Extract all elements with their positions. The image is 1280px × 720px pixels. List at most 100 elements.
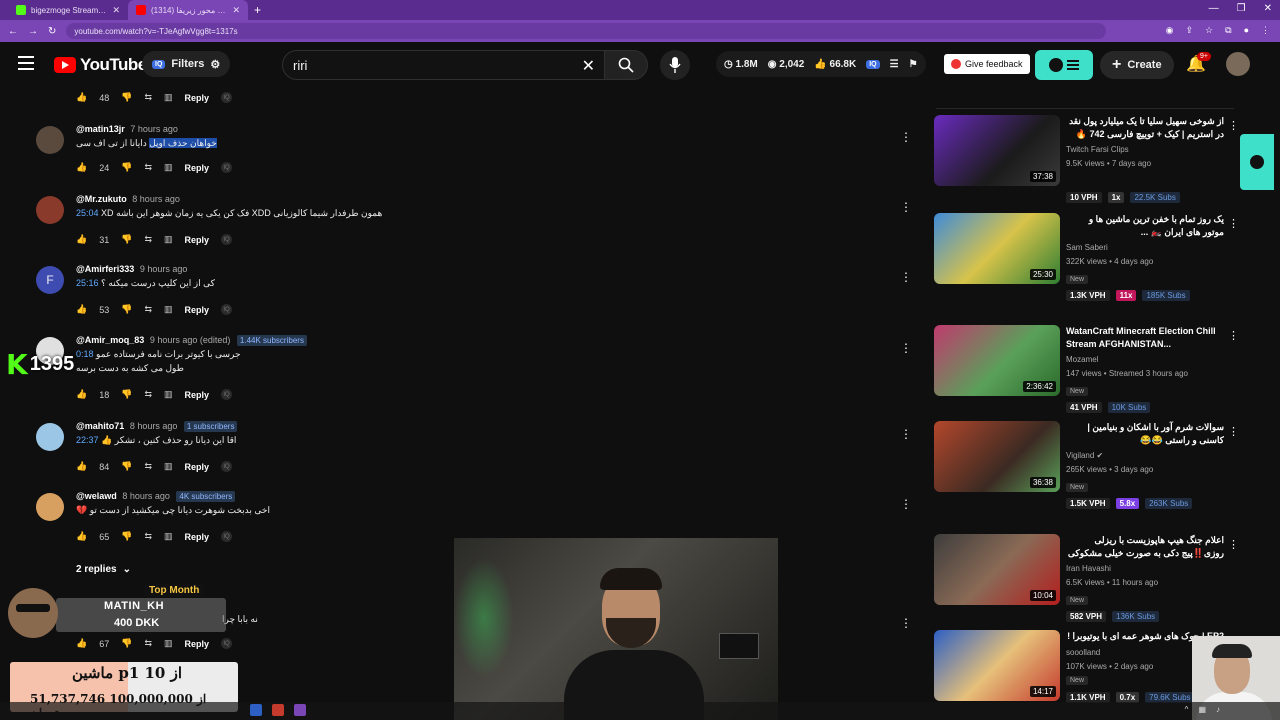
iq-small-icon[interactable]: IQ <box>221 162 233 173</box>
browser-tab[interactable]: bigezmoge Stream - Watch Live ✕ <box>8 0 128 20</box>
comment-author[interactable]: @Amirferi333 <box>76 264 134 274</box>
comment-author[interactable]: @Amir_moq_83 <box>76 335 144 345</box>
iq-icon[interactable]: IQ <box>866 59 880 69</box>
browser-tab-active[interactable]: (1314) واکنش به محور زیریفا ✕ <box>128 0 248 20</box>
url-field[interactable]: youtube.com/watch?v=-TJeAgfwVgg8t=1317s <box>66 23 1107 39</box>
extensions-icon[interactable]: ⧉ <box>1225 25 1231 36</box>
reply-button[interactable]: Reply <box>185 532 210 542</box>
video-title[interactable]: از شوخی سهیل سلیا تا یک میلیارد پول نقد … <box>1066 115 1224 141</box>
comment-author[interactable]: @welawd <box>76 491 117 501</box>
iq-small-icon[interactable]: IQ <box>221 234 233 245</box>
channel-name[interactable]: Vigiland ✔ <box>1066 451 1103 460</box>
iq-small-icon[interactable]: IQ <box>221 461 233 472</box>
iq-small-icon[interactable]: IQ <box>221 304 233 315</box>
timestamp-link[interactable]: 25:04 <box>76 208 99 218</box>
video-title[interactable]: اعلام جنگ هیپ هاپوزیست با ریزلی روزی‼️پی… <box>1066 534 1224 560</box>
iq-small-icon[interactable]: IQ <box>221 531 233 542</box>
extension-icon[interactable]: ◉ <box>1166 25 1174 36</box>
search-input[interactable]: riri ✕ <box>282 50 606 80</box>
comment-menu-icon[interactable]: ⋮ <box>900 616 912 630</box>
reply-button[interactable]: Reply <box>185 462 210 472</box>
video-menu-icon[interactable]: ⋮ <box>1228 425 1239 438</box>
video-thumbnail[interactable]: 2:36:42 <box>934 325 1060 396</box>
timestamp-link[interactable]: 25:16 <box>76 278 99 288</box>
comment-author[interactable]: @Mr.zukuto <box>76 194 127 204</box>
channel-name[interactable]: Iran Havashi <box>1066 564 1111 573</box>
like-icon[interactable]: 👍 <box>76 461 87 472</box>
new-tab-icon[interactable]: + <box>248 3 267 17</box>
comment-menu-icon[interactable]: ⋮ <box>900 130 912 144</box>
youtube-logo[interactable]: YouTube <box>54 55 147 75</box>
extension-side-button[interactable] <box>1240 134 1274 190</box>
dislike-icon[interactable]: 👎 <box>121 461 132 472</box>
comment-time[interactable]: 8 hours ago <box>122 491 170 501</box>
view-replies-button[interactable]: 2 replies ⌄ <box>76 564 131 575</box>
dislike-icon[interactable]: 👎 <box>121 234 132 245</box>
video-title[interactable]: یک روز تمام با خفن ترین ماشین ها و موتور… <box>1066 213 1224 239</box>
reply-button[interactable]: Reply <box>185 93 210 103</box>
maximize-icon[interactable]: ❐ <box>1237 3 1246 14</box>
hamburger-menu-icon[interactable] <box>18 56 34 74</box>
dislike-icon[interactable]: 👎 <box>121 92 132 103</box>
stats-icon[interactable]: ▥ <box>164 162 173 173</box>
stats-icon[interactable]: ▥ <box>164 304 173 315</box>
comment-menu-icon[interactable]: ⋮ <box>900 200 912 214</box>
search-button[interactable] <box>604 50 648 80</box>
comment-time[interactable]: 8 hours ago <box>132 194 180 204</box>
like-icon[interactable]: 👍 <box>76 389 87 400</box>
translate-icon[interactable]: ⇆ <box>144 304 152 315</box>
app-icon[interactable] <box>294 704 306 716</box>
dislike-icon[interactable]: 👎 <box>121 531 132 542</box>
video-menu-icon[interactable]: ⋮ <box>1228 329 1239 342</box>
extension-panel-button[interactable] <box>1035 50 1093 80</box>
comment-author[interactable]: @matin13jr <box>76 124 125 134</box>
account-avatar[interactable] <box>1226 52 1250 76</box>
dislike-icon[interactable]: 👎 <box>121 162 132 173</box>
close-tab-icon[interactable]: ✕ <box>112 5 120 16</box>
comment-time[interactable]: 9 hours ago <box>140 264 188 274</box>
comment-time[interactable]: 7 hours ago <box>130 124 178 134</box>
stats-icon[interactable]: ▥ <box>164 461 173 472</box>
channel-name[interactable]: Sam Saberi <box>1066 243 1108 252</box>
app-icon[interactable] <box>250 704 262 716</box>
video-title[interactable]: WatanCraft Minecraft Election Chill Stre… <box>1066 325 1224 351</box>
stats-icon[interactable]: ▥ <box>164 389 173 400</box>
clear-search-icon[interactable]: ✕ <box>582 56 595 76</box>
timestamp-link[interactable]: 22:37 <box>76 435 99 445</box>
video-thumbnail[interactable]: 10:04 <box>934 534 1060 605</box>
video-thumbnail[interactable]: 37:38 <box>934 115 1060 186</box>
app-icon[interactable] <box>272 704 284 716</box>
share-icon[interactable]: ⇪ <box>1186 25 1194 36</box>
gift-icon[interactable]: ⚑ <box>909 59 918 70</box>
like-icon[interactable]: 👍 <box>76 92 87 103</box>
channel-name[interactable]: Mozamel <box>1066 355 1098 364</box>
minimize-icon[interactable]: — <box>1209 3 1219 14</box>
like-icon[interactable]: 👍 <box>76 531 87 542</box>
like-icon[interactable]: 👍 <box>76 304 87 315</box>
like-icon[interactable]: 👍 <box>76 162 87 173</box>
like-icon[interactable]: 👍 <box>76 234 87 245</box>
reply-button[interactable]: Reply <box>185 235 210 245</box>
stats-icon[interactable]: ▥ <box>164 531 173 542</box>
bookmark-icon[interactable]: ☆ <box>1205 25 1213 36</box>
list-icon[interactable]: ☰ <box>890 59 899 70</box>
reply-button[interactable]: Reply <box>185 305 210 315</box>
avatar[interactable] <box>36 196 64 224</box>
close-window-icon[interactable]: ✕ <box>1264 3 1272 14</box>
dislike-icon[interactable]: 👎 <box>121 304 132 315</box>
translate-icon[interactable]: ⇆ <box>144 461 152 472</box>
translate-icon[interactable]: ⇆ <box>144 389 152 400</box>
comment-time[interactable]: 9 hours ago (edited) <box>150 335 231 345</box>
comment-menu-icon[interactable]: ⋮ <box>900 270 912 284</box>
forward-icon[interactable]: → <box>28 26 38 37</box>
filters-button[interactable]: IQ Filters ⚙ <box>142 51 231 77</box>
video-thumbnail[interactable]: 25:30 <box>934 213 1060 284</box>
stats-icon[interactable]: ▥ <box>164 234 173 245</box>
chevron-up-icon[interactable]: ^ <box>1185 705 1189 714</box>
profile-icon[interactable]: ● <box>1244 25 1249 36</box>
video-menu-icon[interactable]: ⋮ <box>1228 217 1239 230</box>
timestamp-link[interactable]: 0:18 <box>76 349 94 359</box>
volume-icon[interactable]: ♪ <box>1216 705 1220 714</box>
comment-menu-icon[interactable]: ⋮ <box>900 497 912 511</box>
comment-menu-icon[interactable]: ⋮ <box>900 341 912 355</box>
